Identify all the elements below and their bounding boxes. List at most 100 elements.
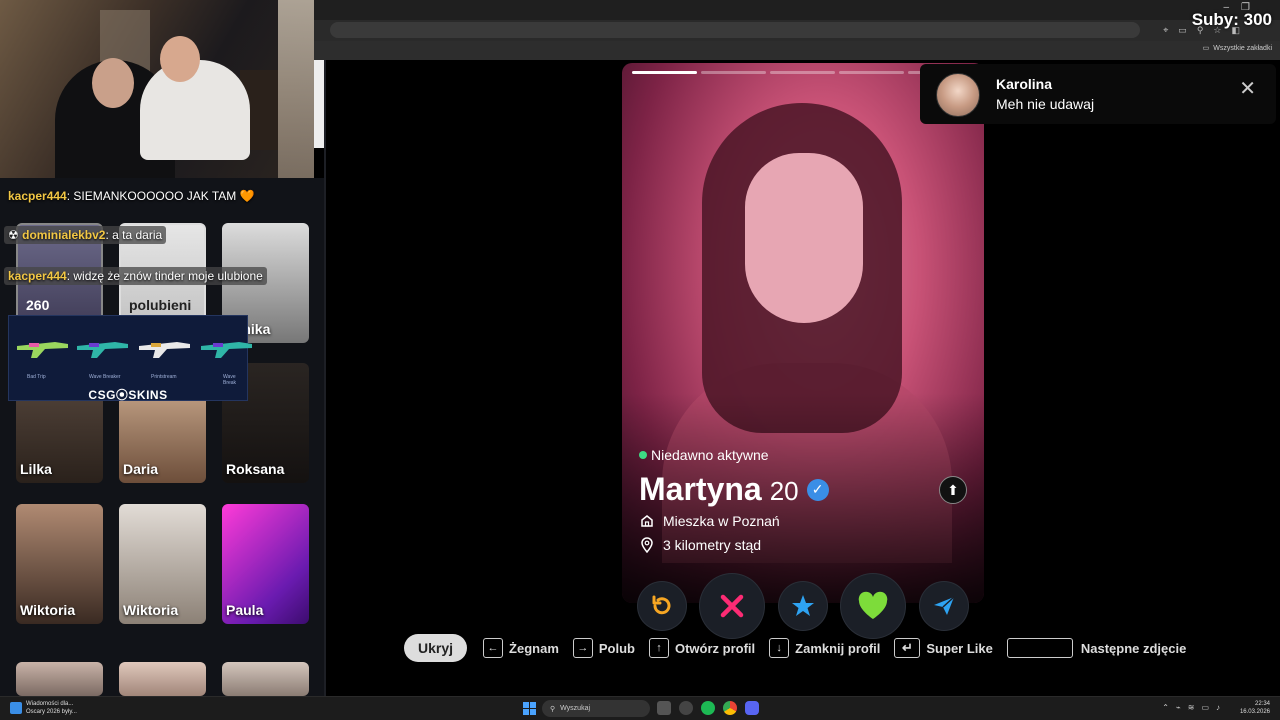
address-bar[interactable] <box>330 22 1140 38</box>
cast-icon[interactable]: ▭ <box>1178 25 1187 36</box>
keyboard-hints: Ukryj ← Żegnam → Polub ↑ Otwórz profil ↓… <box>404 634 1200 662</box>
card-name: Lilka <box>20 461 52 477</box>
lives-in-text: Mieszka w Poznań <box>663 513 780 529</box>
mod-badge-icon: ☢ <box>8 228 19 242</box>
boost-button[interactable] <box>920 582 968 630</box>
like-card[interactable]: Paula <box>222 504 309 624</box>
profile-header: Martyna 20 ✓ <box>639 471 829 508</box>
notification-message: Meh nie udawaj <box>996 96 1095 112</box>
activity-text: Niedawno aktywne <box>651 447 769 463</box>
heart-icon <box>858 591 888 619</box>
rewind-icon <box>652 595 671 615</box>
spotify-icon[interactable] <box>701 701 715 715</box>
news-line: Oscary 2026 były... <box>26 709 77 715</box>
hint-label: Polub <box>598 640 635 656</box>
folder-icon: ▭ <box>1202 45 1210 52</box>
news-widget[interactable]: Wiadomości dla... Oscary 2026 były... <box>10 700 77 716</box>
hide-hints-button[interactable]: Ukryj <box>404 634 468 662</box>
like-button[interactable] <box>841 574 905 638</box>
streamer-2-head <box>160 36 200 82</box>
taskbar: Wiadomości dla... Oscary 2026 były... ⚲ … <box>0 696 1280 720</box>
start-icon[interactable] <box>523 702 536 715</box>
task-view-icon[interactable] <box>657 701 671 715</box>
skin-caption: Wave Break <box>223 374 237 386</box>
photo-progress-segment[interactable] <box>632 71 697 74</box>
hint-label: Żegnam <box>509 640 559 656</box>
hint-label: Otwórz profil <box>674 640 756 656</box>
taskbar-search[interactable]: ⚲ Wyszukaj <box>542 700 650 717</box>
rewind-button[interactable] <box>638 582 686 630</box>
arrow-right-key-icon: → <box>572 638 593 658</box>
gun-skin-icon <box>139 342 190 358</box>
hint-close-profile: ↓ Zamknij profil <box>769 638 880 658</box>
hint-label: Następne zdjęcie <box>1080 640 1187 656</box>
avatar <box>936 73 980 117</box>
like-card[interactable] <box>222 662 309 696</box>
network-icon[interactable]: ⌁ <box>1176 703 1181 712</box>
like-card[interactable] <box>119 662 206 696</box>
bookmarks-bar <box>314 41 1280 60</box>
x-icon <box>720 594 744 618</box>
card-name: Wiktoria <box>123 602 179 618</box>
webcam-overlay <box>0 0 314 178</box>
pin-icon <box>639 537 655 553</box>
news-line: Wiadomości dla... <box>26 701 74 707</box>
chat-text: a ta daria <box>112 228 163 242</box>
app-icon[interactable] <box>679 701 693 715</box>
send-icon <box>934 596 955 615</box>
screen: ⌖ ▭ ⚲ ☆ ◧ – ❐ ▭ Wszystkie zakładki Suby:… <box>0 0 1280 720</box>
chat-text: SIEMANKOOOOOO JAK TAM 🧡 <box>73 189 255 203</box>
card-name: Roksana <box>226 461 285 477</box>
photo-progress-segment[interactable] <box>770 71 835 74</box>
hint-super-like: ↵ Super Like <box>894 638 993 658</box>
streamer-2 <box>140 60 250 160</box>
chat-message: kacper444: widzę że znów tinder moje ulu… <box>4 267 267 285</box>
discord-icon[interactable] <box>745 701 759 715</box>
hint-open-profile: ↑ Otwórz profil <box>648 638 756 658</box>
gun-skin-icon <box>77 342 128 358</box>
bookmarks-folder[interactable]: ▭ Wszystkie zakładki <box>1202 44 1272 53</box>
hint-nope: ← Żegnam <box>483 638 559 658</box>
distance-text: 3 kilometry stąd <box>663 537 762 553</box>
chrome-icon[interactable] <box>723 701 737 715</box>
profile-card[interactable]: Niedawno aktywne Martyna 20 ✓ Mieszka w … <box>622 63 984 603</box>
likes-count: 260 <box>26 297 50 313</box>
photo-progress-segment[interactable] <box>839 71 904 74</box>
gun-skin-icon <box>17 342 68 358</box>
location-icon[interactable]: ⌖ <box>1163 25 1168 36</box>
super-like-button[interactable] <box>779 582 827 630</box>
display-icon[interactable]: ▭ <box>1201 703 1209 712</box>
volume-icon[interactable]: ♪ <box>1216 703 1220 712</box>
chat-message: ☢ dominialekbv2: a ta daria <box>4 226 167 244</box>
profile-distance: 3 kilometry stąd <box>639 537 761 553</box>
close-icon[interactable]: ✕ <box>1239 76 1256 101</box>
space-key-icon <box>1006 638 1073 658</box>
profile-location: Mieszka w Poznań <box>639 513 780 529</box>
sponsor-banner: Bad Trip Wave Breaker Printstream Wave B… <box>8 315 252 402</box>
notification-sender: Karolina <box>996 76 1053 92</box>
like-card[interactable]: Wiktoria <box>119 504 206 624</box>
like-card[interactable] <box>16 662 103 696</box>
home-icon <box>639 513 655 529</box>
card-name: Wiktoria <box>20 602 76 618</box>
chevron-up-icon[interactable]: ⌃ <box>1162 703 1169 712</box>
photo-progress-segment[interactable] <box>701 71 766 74</box>
online-dot-icon <box>639 451 647 459</box>
nope-button[interactable] <box>700 574 764 638</box>
chat-user: kacper444 <box>8 189 67 203</box>
date: 16.03.2026 <box>1239 709 1270 715</box>
profile-age: 20 <box>769 476 799 506</box>
hint-label: Super Like <box>926 640 993 656</box>
like-card[interactable]: Wiktoria <box>16 504 103 624</box>
open-profile-button[interactable]: ⬆ <box>939 476 967 504</box>
card-name: Paula <box>226 602 264 618</box>
subs-counter: Suby: 300 <box>1191 10 1272 29</box>
search-icon: ⚲ <box>550 705 556 713</box>
arrow-left-key-icon: ← <box>483 638 504 658</box>
match-notification[interactable]: Karolina Meh nie udawaj ✕ <box>920 64 1276 124</box>
clock[interactable]: 22:34 16.03.2026 <box>1240 700 1270 716</box>
hint-next-photo: Następne zdjęcie <box>1006 638 1187 658</box>
chat-user: kacper444 <box>8 269 67 283</box>
wifi-icon[interactable]: ≋ <box>1188 703 1195 712</box>
verified-badge-icon: ✓ <box>806 478 829 501</box>
